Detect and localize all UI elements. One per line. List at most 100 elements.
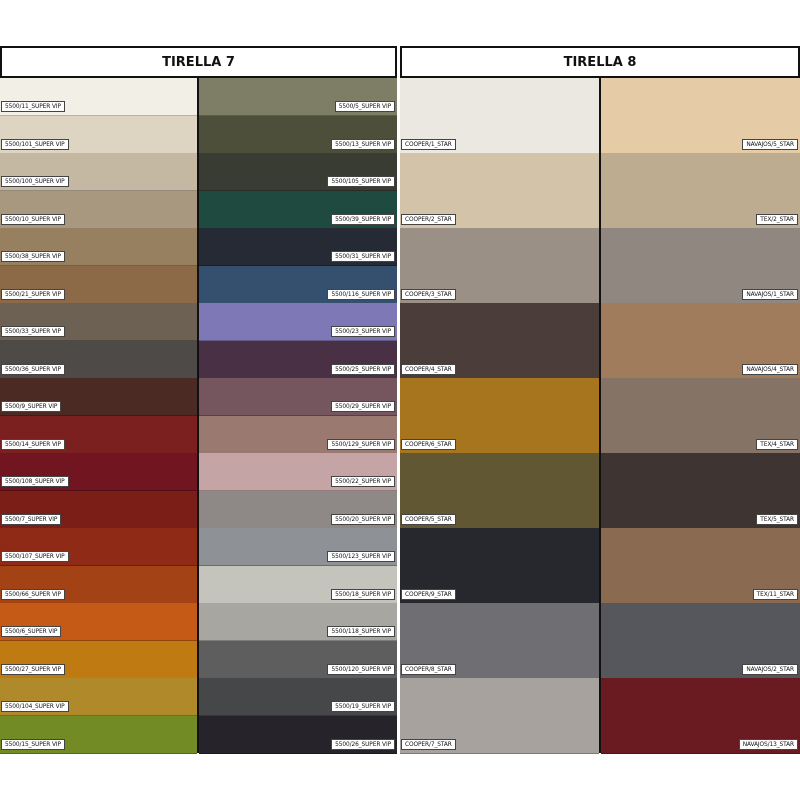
fabric-swatch[interactable]: 5500/107_SUPER VIP [0, 528, 197, 566]
swatch-code-label: 5500/11_SUPER VIP [1, 101, 65, 112]
fabric-swatch[interactable]: 5500/9_SUPER VIP [0, 378, 197, 416]
swatch-code-label: 5500/15_SUPER VIP [1, 738, 65, 750]
swatch-code-label: 5500/18_SUPER VIP [331, 588, 395, 600]
fabric-swatch[interactable]: 5500/26_SUPER VIP [199, 715, 397, 754]
swatch-code-label: 5500/116_SUPER VIP [327, 288, 395, 300]
fabric-swatch[interactable]: 5500/23_SUPER VIP [199, 303, 397, 341]
fabric-swatch[interactable]: 5500/104_SUPER VIP [0, 678, 197, 716]
swatch-code-label: 5500/23_SUPER VIP [331, 326, 395, 337]
fabric-swatch[interactable]: 5500/6_SUPER VIP [0, 603, 197, 641]
tirella-8-panel: TIRELLA 8 COOPER/1_STAR COOPER/2_STAR COOP… [400, 46, 800, 754]
fabric-swatch[interactable]: NAVAJOS/5_STAR [601, 78, 800, 154]
fabric-swatch[interactable]: 5500/18_SUPER VIP [199, 565, 397, 604]
swatch-code-label: 5500/10_SUPER VIP [1, 213, 65, 225]
fabric-swatch[interactable]: NAVAJOS/4_STAR [601, 303, 800, 379]
fabric-swatch[interactable]: 5500/15_SUPER VIP [0, 715, 197, 754]
fabric-swatch[interactable]: COOPER/3_STAR [400, 228, 599, 304]
fabric-swatch[interactable]: 5500/100_SUPER VIP [0, 153, 197, 191]
swatch-code-label: 5500/13_SUPER VIP [331, 138, 395, 150]
swatch-code-label: 5500/26_SUPER VIP [331, 738, 395, 750]
fabric-swatch[interactable]: 5500/129_SUPER VIP [199, 415, 397, 454]
fabric-swatch[interactable]: NAVAJOS/13_STAR [601, 678, 800, 754]
fabric-swatch[interactable]: 5500/5_SUPER VIP [199, 78, 397, 116]
swatch-code-label: 5500/108_SUPER VIP [1, 476, 69, 487]
fabric-swatch[interactable]: 5500/11_SUPER VIP [0, 78, 197, 116]
fabric-swatch[interactable]: 5500/36_SUPER VIP [0, 340, 197, 379]
swatch-code-label: 5500/120_SUPER VIP [327, 663, 395, 675]
swatch-code-label: COOPER/6_STAR [401, 438, 456, 450]
swatch-code-label: 5500/22_SUPER VIP [331, 476, 395, 487]
fabric-swatch[interactable]: COOPER/4_STAR [400, 303, 599, 379]
fabric-swatch[interactable]: NAVAJOS/2_STAR [601, 603, 800, 679]
fabric-swatch[interactable]: COOPER/2_STAR [400, 153, 599, 229]
fabric-swatch[interactable]: 5500/29_SUPER VIP [199, 378, 397, 416]
swatch-code-label: 5500/27_SUPER VIP [1, 663, 65, 675]
fabric-swatch[interactable]: 5500/33_SUPER VIP [0, 303, 197, 341]
fabric-swatch[interactable]: COOPER/1_STAR [400, 78, 599, 154]
fabric-swatch[interactable]: 5500/27_SUPER VIP [0, 640, 197, 679]
fabric-swatch[interactable]: 5500/31_SUPER VIP [199, 228, 397, 266]
swatch-code-label: 5500/101_SUPER VIP [1, 138, 69, 150]
fabric-swatch[interactable]: 5500/20_SUPER VIP [199, 490, 397, 529]
fabric-swatch[interactable]: TEX/2_STAR [601, 153, 800, 229]
tirella-8-left-column: COOPER/1_STAR COOPER/2_STAR COOPER/3_STAR C… [400, 78, 599, 754]
swatch-code-label: NAVAJOS/5_STAR [742, 138, 798, 150]
swatch-code-label: 5500/36_SUPER VIP [1, 363, 65, 375]
tirella-8-title: TIRELLA 8 [400, 46, 800, 78]
swatch-code-label: 5500/38_SUPER VIP [1, 251, 65, 262]
swatch-code-label: 5500/104_SUPER VIP [1, 701, 69, 712]
fabric-swatch[interactable]: 5500/116_SUPER VIP [199, 265, 397, 304]
swatch-code-label: COOPER/2_STAR [401, 213, 456, 225]
tirella-7-panel: TIRELLA 7 5500/11_SUPER VIP 5500/101_SUPE… [0, 46, 397, 754]
swatch-code-label: 5500/66_SUPER VIP [1, 588, 65, 600]
swatch-code-label: 5500/25_SUPER VIP [331, 363, 395, 375]
swatch-code-label: 5500/129_SUPER VIP [327, 438, 395, 450]
fabric-swatch[interactable]: COOPER/8_STAR [400, 603, 599, 679]
fabric-swatch[interactable]: COOPER/6_STAR [400, 378, 599, 454]
fabric-swatch[interactable]: 5500/13_SUPER VIP [199, 115, 397, 154]
swatch-code-label: 5500/107_SUPER VIP [1, 551, 69, 562]
fabric-swatch[interactable]: 5500/66_SUPER VIP [0, 565, 197, 604]
swatch-code-label: COOPER/9_STAR [401, 588, 456, 600]
fabric-swatch[interactable]: TEX/11_STAR [601, 528, 800, 604]
fabric-swatch[interactable]: 5500/120_SUPER VIP [199, 640, 397, 679]
swatch-code-label: 5500/9_SUPER VIP [1, 401, 62, 412]
fabric-swatch[interactable]: 5500/7_SUPER VIP [0, 490, 197, 529]
fabric-swatch[interactable]: 5500/38_SUPER VIP [0, 228, 197, 266]
fabric-swatch[interactable]: 5500/10_SUPER VIP [0, 190, 197, 229]
fabric-swatch[interactable]: TEX/5_STAR [601, 453, 800, 529]
fabric-swatch[interactable]: 5500/21_SUPER VIP [0, 265, 197, 304]
swatch-code-label: COOPER/1_STAR [401, 138, 456, 150]
fabric-swatch[interactable]: COOPER/7_STAR [400, 678, 599, 754]
fabric-swatch[interactable]: COOPER/5_STAR [400, 453, 599, 529]
swatch-code-label: 5500/123_SUPER VIP [327, 551, 395, 562]
fabric-swatch[interactable]: 5500/22_SUPER VIP [199, 453, 397, 491]
fabric-swatch[interactable]: 5500/105_SUPER VIP [199, 153, 397, 191]
fabric-swatch[interactable]: 5500/39_SUPER VIP [199, 190, 397, 229]
fabric-swatch[interactable]: 5500/118_SUPER VIP [199, 603, 397, 641]
swatch-code-label: COOPER/4_STAR [401, 363, 456, 375]
swatch-code-label: 5500/5_SUPER VIP [334, 101, 395, 112]
swatch-code-label: 5500/20_SUPER VIP [331, 513, 395, 525]
swatch-code-label: NAVAJOS/2_STAR [742, 663, 798, 675]
swatch-code-label: 5500/6_SUPER VIP [1, 626, 62, 637]
fabric-swatch[interactable]: 5500/101_SUPER VIP [0, 115, 197, 154]
fabric-swatch[interactable]: 5500/14_SUPER VIP [0, 415, 197, 454]
swatch-code-label: 5500/105_SUPER VIP [327, 176, 395, 187]
fabric-swatch[interactable]: 5500/19_SUPER VIP [199, 678, 397, 716]
fabric-swatch[interactable]: NAVAJOS/1_STAR [601, 228, 800, 304]
fabric-swatch[interactable]: 5500/25_SUPER VIP [199, 340, 397, 379]
fabric-swatch[interactable]: 5500/108_SUPER VIP [0, 453, 197, 491]
fabric-swatch[interactable]: TEX/4_STAR [601, 378, 800, 454]
tirella-7-left-column: 5500/11_SUPER VIP 5500/101_SUPER VIP 5500/… [0, 78, 197, 754]
swatch-code-label: NAVAJOS/4_STAR [742, 363, 798, 375]
swatch-code-label: 5500/21_SUPER VIP [1, 288, 65, 300]
fabric-swatch[interactable]: 5500/123_SUPER VIP [199, 528, 397, 566]
swatch-code-label: 5500/14_SUPER VIP [1, 438, 65, 450]
swatch-code-label: 5500/7_SUPER VIP [1, 513, 62, 525]
swatch-code-label: 5500/39_SUPER VIP [331, 213, 395, 225]
swatch-code-label: NAVAJOS/13_STAR [738, 738, 798, 750]
fabric-swatch[interactable]: COOPER/9_STAR [400, 528, 599, 604]
swatch-code-label: COOPER/8_STAR [401, 663, 456, 675]
swatch-code-label: 5500/100_SUPER VIP [1, 176, 69, 187]
